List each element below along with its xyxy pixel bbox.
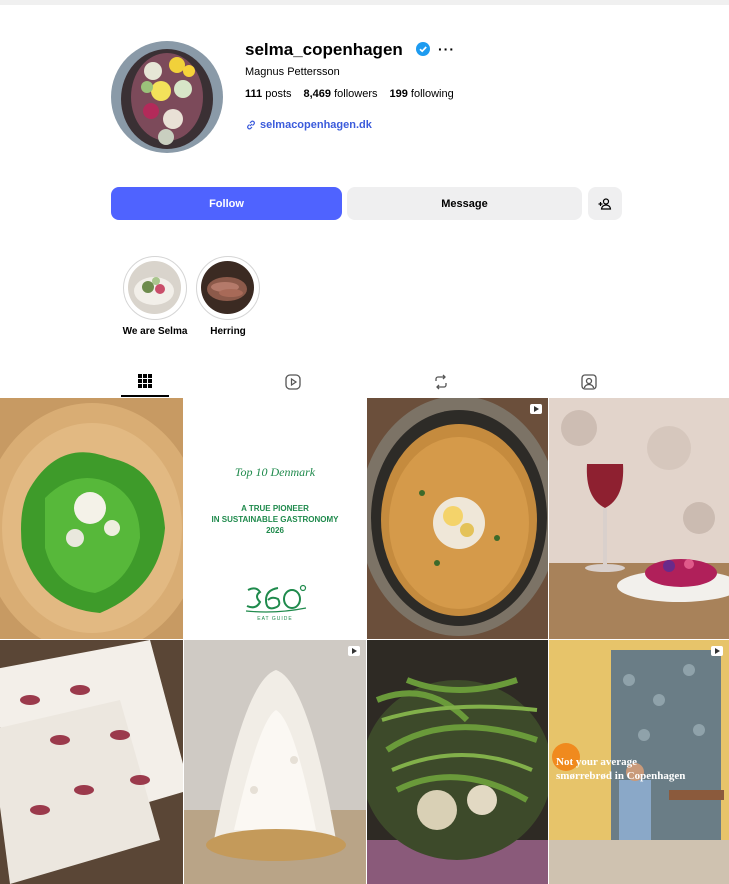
post-image	[0, 398, 183, 639]
top-strip	[0, 0, 729, 5]
award-year: 2026	[266, 526, 284, 535]
highlight-label: We are Selma	[122, 326, 188, 337]
award-text: A TRUE PIONEER IN SUSTAINABLE GASTRONOMY…	[184, 503, 366, 536]
following-label: following	[410, 88, 454, 100]
reel-indicator-icon	[711, 646, 723, 656]
post-tile-reel[interactable]: Not your average smørrebrød in Copenhage…	[549, 640, 729, 884]
website-text: selmacopenhagen.dk	[260, 119, 372, 131]
reels-icon	[285, 374, 301, 390]
profile-tabs	[0, 367, 729, 397]
post-image	[367, 398, 548, 639]
profile-username: selma_copenhagen	[245, 40, 403, 59]
profile-avatar[interactable]	[111, 41, 223, 153]
post-tile[interactable]	[549, 398, 729, 639]
posts-count: 111	[245, 88, 263, 100]
followers-stat[interactable]: 8,469 followers	[304, 88, 378, 100]
tab-posts[interactable]	[121, 367, 169, 397]
highlight-cover	[128, 261, 181, 314]
reel-indicator-icon	[530, 404, 542, 414]
follow-button[interactable]: Follow	[111, 187, 342, 220]
website-link[interactable]: selmacopenhagen.dk	[245, 119, 372, 131]
grid-icon	[138, 374, 152, 388]
link-icon	[247, 120, 255, 130]
post-image	[184, 640, 366, 884]
post-tile[interactable]	[0, 398, 183, 639]
tagged-icon	[581, 374, 597, 390]
award-heading: Top 10 Denmark	[234, 465, 316, 479]
posts-stat: 111 posts	[245, 88, 292, 100]
posts-label: posts	[265, 88, 292, 100]
profile-full-name: Magnus Pettersson	[245, 66, 340, 78]
highlight-label: Herring	[210, 326, 246, 337]
following-count: 199	[389, 88, 408, 100]
reel-caption-line-1: Not your average	[556, 756, 638, 768]
post-image	[367, 640, 548, 884]
highlight-cover	[201, 261, 254, 314]
message-button[interactable]: Message	[347, 187, 582, 220]
tab-tagged[interactable]	[565, 367, 613, 397]
post-image	[0, 640, 183, 884]
post-image	[549, 398, 729, 639]
followers-count: 8,469	[303, 88, 332, 100]
award-line-2: IN SUSTAINABLE GASTRONOMY	[211, 515, 339, 524]
repost-icon	[435, 374, 447, 390]
post-tile-award[interactable]: Top 10 Denmark A TRUE PIONEER IN SUSTAIN…	[184, 398, 366, 639]
tab-reels[interactable]	[269, 367, 317, 397]
highlight-we-are-selma[interactable]	[123, 256, 187, 320]
award-line-1: A TRUE PIONEER	[241, 504, 309, 513]
profile-stats: 111 posts 8,469 followers 199 following	[245, 88, 466, 100]
more-options-icon[interactable]: ···	[438, 41, 455, 57]
reel-indicator-icon	[348, 646, 360, 656]
following-stat[interactable]: 199 following	[390, 88, 454, 100]
reel-caption: Not your average smørrebrød in Copenhage…	[556, 755, 685, 783]
post-tile[interactable]	[367, 640, 548, 884]
verified-badge-icon	[416, 42, 430, 56]
post-tile[interactable]	[0, 640, 183, 884]
highlight-herring[interactable]	[196, 256, 260, 320]
add-user-icon	[598, 197, 612, 210]
logo-caption: EAT GUIDE	[257, 616, 293, 622]
suggest-users-button[interactable]	[588, 187, 622, 220]
post-tile[interactable]	[184, 640, 366, 884]
followers-label: followers	[334, 88, 378, 100]
posts-grid: Top 10 Denmark A TRUE PIONEER IN SUSTAIN…	[0, 398, 729, 884]
tab-reposts[interactable]	[417, 367, 465, 397]
360-logo-icon	[245, 584, 307, 613]
post-tile[interactable]	[367, 398, 548, 639]
reel-caption-line-2: smørrebrød in Copenhagen	[556, 770, 686, 782]
